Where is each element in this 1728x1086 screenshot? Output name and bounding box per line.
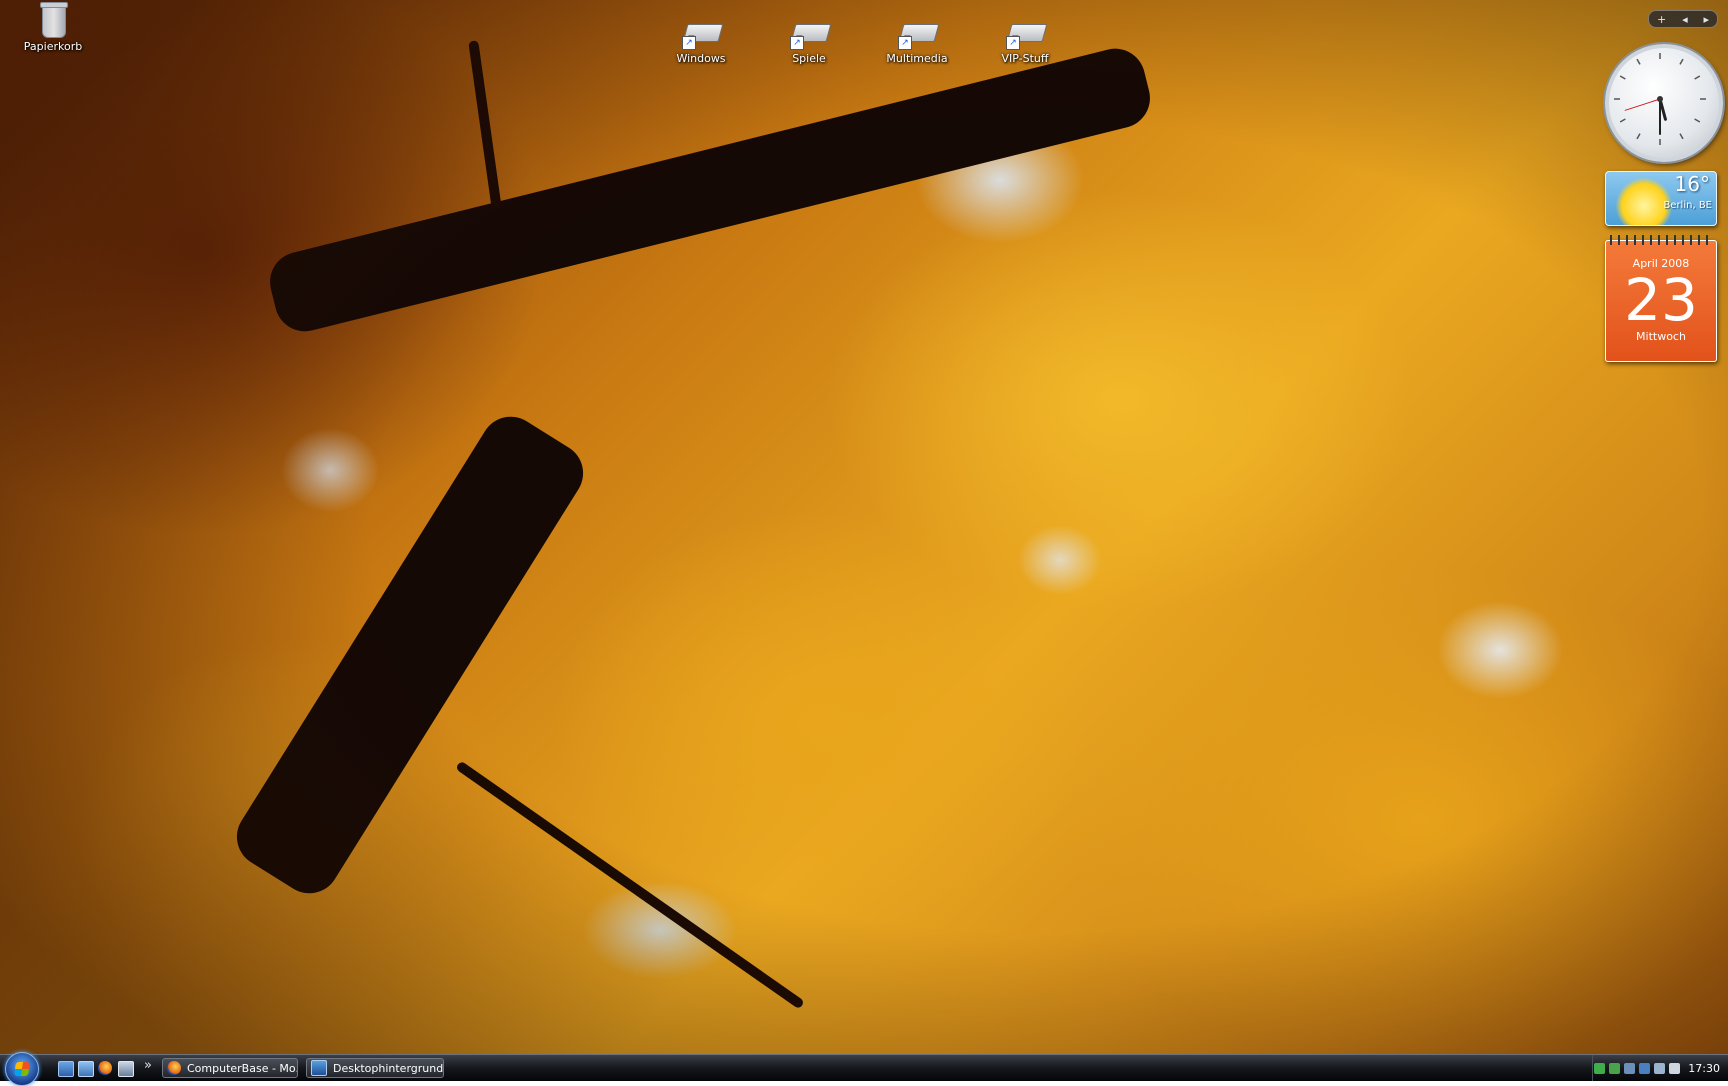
tray-app-icon[interactable] — [1609, 1062, 1621, 1074]
clock-tick — [1636, 58, 1641, 65]
shortcut-arrow-icon: ↗ — [790, 36, 804, 50]
prev-gadget-button[interactable]: ◂ — [1682, 13, 1688, 26]
desktop-icon-label: Multimedia — [886, 52, 948, 65]
display-properties-icon — [311, 1060, 327, 1076]
taskbar-clock[interactable]: 17:30 — [1688, 1062, 1720, 1075]
show-desktop-icon[interactable] — [58, 1061, 74, 1077]
wallpaper-branch — [263, 42, 1157, 338]
weather-temperature: 16° — [1674, 172, 1710, 196]
start-button[interactable] — [5, 1052, 39, 1086]
weather-city: Berlin, BE — [1663, 200, 1712, 211]
clock-tick — [1636, 133, 1641, 140]
clock-gadget[interactable] — [1605, 44, 1723, 162]
calendar-weekday: Mittwoch — [1636, 330, 1686, 343]
taskbar-button-label: Desktophintergrund — [333, 1061, 444, 1075]
desktop-icon-vip-stuff[interactable]: ↗ VIP-Stuff — [985, 16, 1065, 65]
switch-windows-icon[interactable] — [78, 1061, 94, 1077]
clock-second-hand — [1624, 98, 1661, 111]
shortcut-arrow-icon: ↗ — [682, 36, 696, 50]
next-gadget-button[interactable]: ▸ — [1704, 13, 1710, 26]
drive-shortcut-icon: ↗ — [789, 16, 832, 50]
desktop-icon-spiele[interactable]: ↗ Spiele — [769, 16, 849, 65]
desktop-wallpaper[interactable]: Papierkorb ↗ Windows ↗ Spiele ↗ Multimed… — [0, 0, 1728, 1054]
desktop-icon-label: Papierkorb — [23, 40, 83, 53]
desktop-icon-label: Windows — [676, 52, 726, 65]
taskbar-button-desktophintergrund[interactable]: Desktophintergrund — [306, 1058, 444, 1078]
taskbar-button-label: ComputerBase - Mo... — [187, 1061, 298, 1075]
network-icon[interactable] — [1594, 1062, 1606, 1074]
wallpaper-branch — [225, 405, 595, 905]
desktop-icon-label: Spiele — [792, 52, 826, 65]
desktop-icon-windows[interactable]: ↗ Windows — [661, 16, 741, 65]
calendar-gadget[interactable]: April 2008 23 Mittwoch — [1605, 235, 1717, 362]
weather-gadget[interactable]: 16° Berlin, BE — [1605, 171, 1717, 226]
recycle-bin-icon — [33, 2, 73, 38]
clock-tick — [1679, 58, 1684, 65]
wallpaper-branch — [455, 760, 805, 1010]
clock-tick — [1679, 133, 1684, 140]
firefox-icon[interactable] — [98, 1061, 112, 1075]
quick-launch-chevron[interactable]: » — [144, 1058, 152, 1073]
notification-area: 17:30 — [1592, 1055, 1728, 1081]
clock-tick — [1694, 118, 1701, 123]
clock-tick — [1694, 75, 1701, 80]
clock-tick — [1619, 118, 1626, 123]
firefox-icon — [167, 1061, 181, 1075]
drive-shortcut-icon: ↗ — [681, 16, 724, 50]
calendar-rings-icon — [1610, 235, 1712, 245]
volume-icon[interactable] — [1669, 1062, 1681, 1074]
desktop-icon-multimedia[interactable]: ↗ Multimedia — [877, 16, 957, 65]
clock-tick — [1619, 75, 1626, 80]
tray-app-icon[interactable] — [1639, 1062, 1651, 1074]
monitor-icon[interactable] — [1654, 1062, 1666, 1074]
desktop-icon-label: VIP-Stuff — [1001, 52, 1049, 65]
clock-face-icon — [1614, 53, 1706, 145]
media-player-icon[interactable] — [118, 1061, 134, 1077]
shortcut-arrow-icon: ↗ — [1006, 36, 1020, 50]
calendar-day: 23 — [1624, 266, 1698, 334]
taskbar: » ComputerBase - Mo... Desktophintergrun… — [0, 1052, 1728, 1086]
taskbar-button-computerbase[interactable]: ComputerBase - Mo... — [162, 1058, 298, 1078]
tray-app-icon[interactable] — [1624, 1062, 1636, 1074]
drive-shortcut-icon: ↗ — [1005, 16, 1048, 50]
desktop-icon-papierkorb[interactable]: Papierkorb — [13, 2, 93, 53]
windows-logo-icon — [14, 1062, 30, 1076]
sidebar-controls: + ◂ ▸ — [1648, 10, 1718, 28]
wallpaper-branch — [468, 40, 502, 210]
drive-shortcut-icon: ↗ — [897, 16, 940, 50]
shortcut-arrow-icon: ↗ — [898, 36, 912, 50]
add-gadget-button[interactable]: + — [1657, 13, 1666, 26]
